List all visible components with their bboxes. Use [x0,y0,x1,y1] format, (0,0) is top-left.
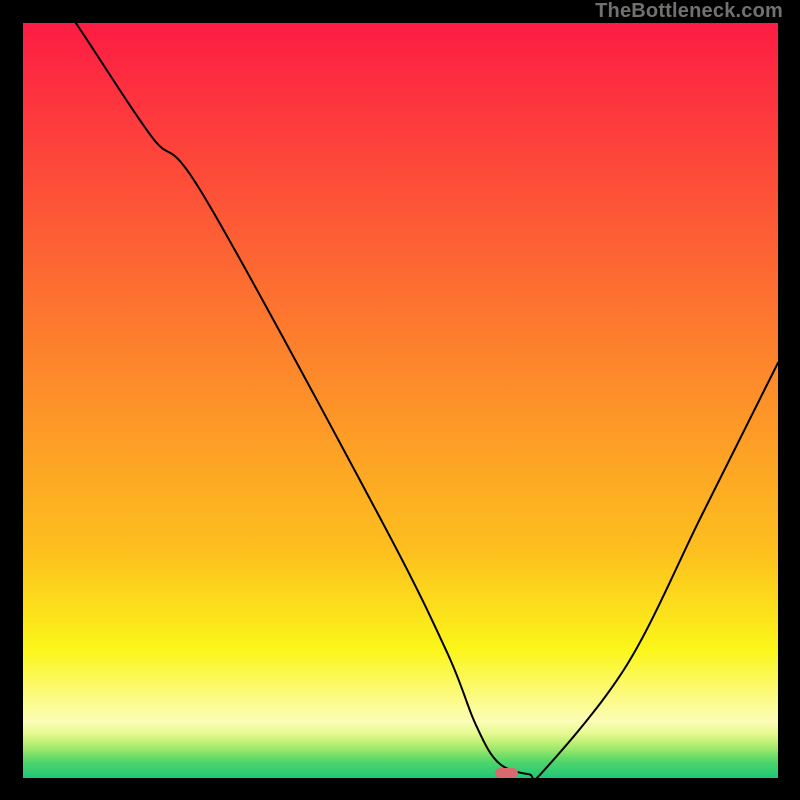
plot-region [23,23,778,778]
bottleneck-curve [23,23,778,778]
chart-frame: TheBottleneck.com [0,0,800,800]
curve-layer [23,23,778,778]
selection-marker [495,768,518,778]
watermark-text: TheBottleneck.com [595,0,783,23]
